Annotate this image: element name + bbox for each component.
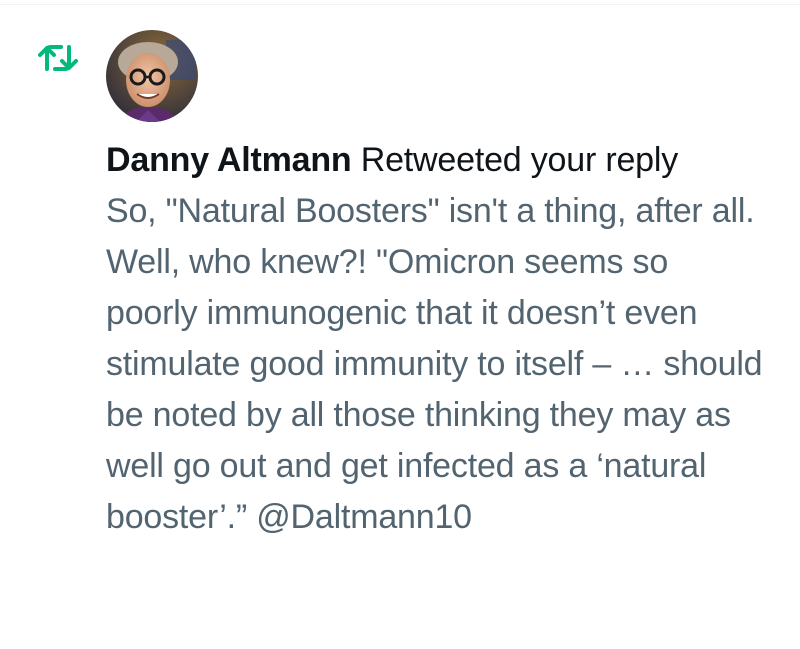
notification-content: Danny Altmann Retweeted your reply So, "… <box>106 135 766 543</box>
action-text: Retweeted your reply <box>351 141 679 179</box>
user-avatar[interactable] <box>106 30 198 122</box>
retweet-notification[interactable]: Danny Altmann Retweeted your reply So, "… <box>0 0 800 649</box>
retweet-icon <box>36 38 80 78</box>
retweeted-reply-text[interactable]: So, "Natural Boosters" isn't a thing, af… <box>106 186 766 543</box>
actor-name[interactable]: Danny Altmann <box>106 141 352 179</box>
notification-headline: Danny Altmann Retweeted your reply <box>106 135 766 186</box>
